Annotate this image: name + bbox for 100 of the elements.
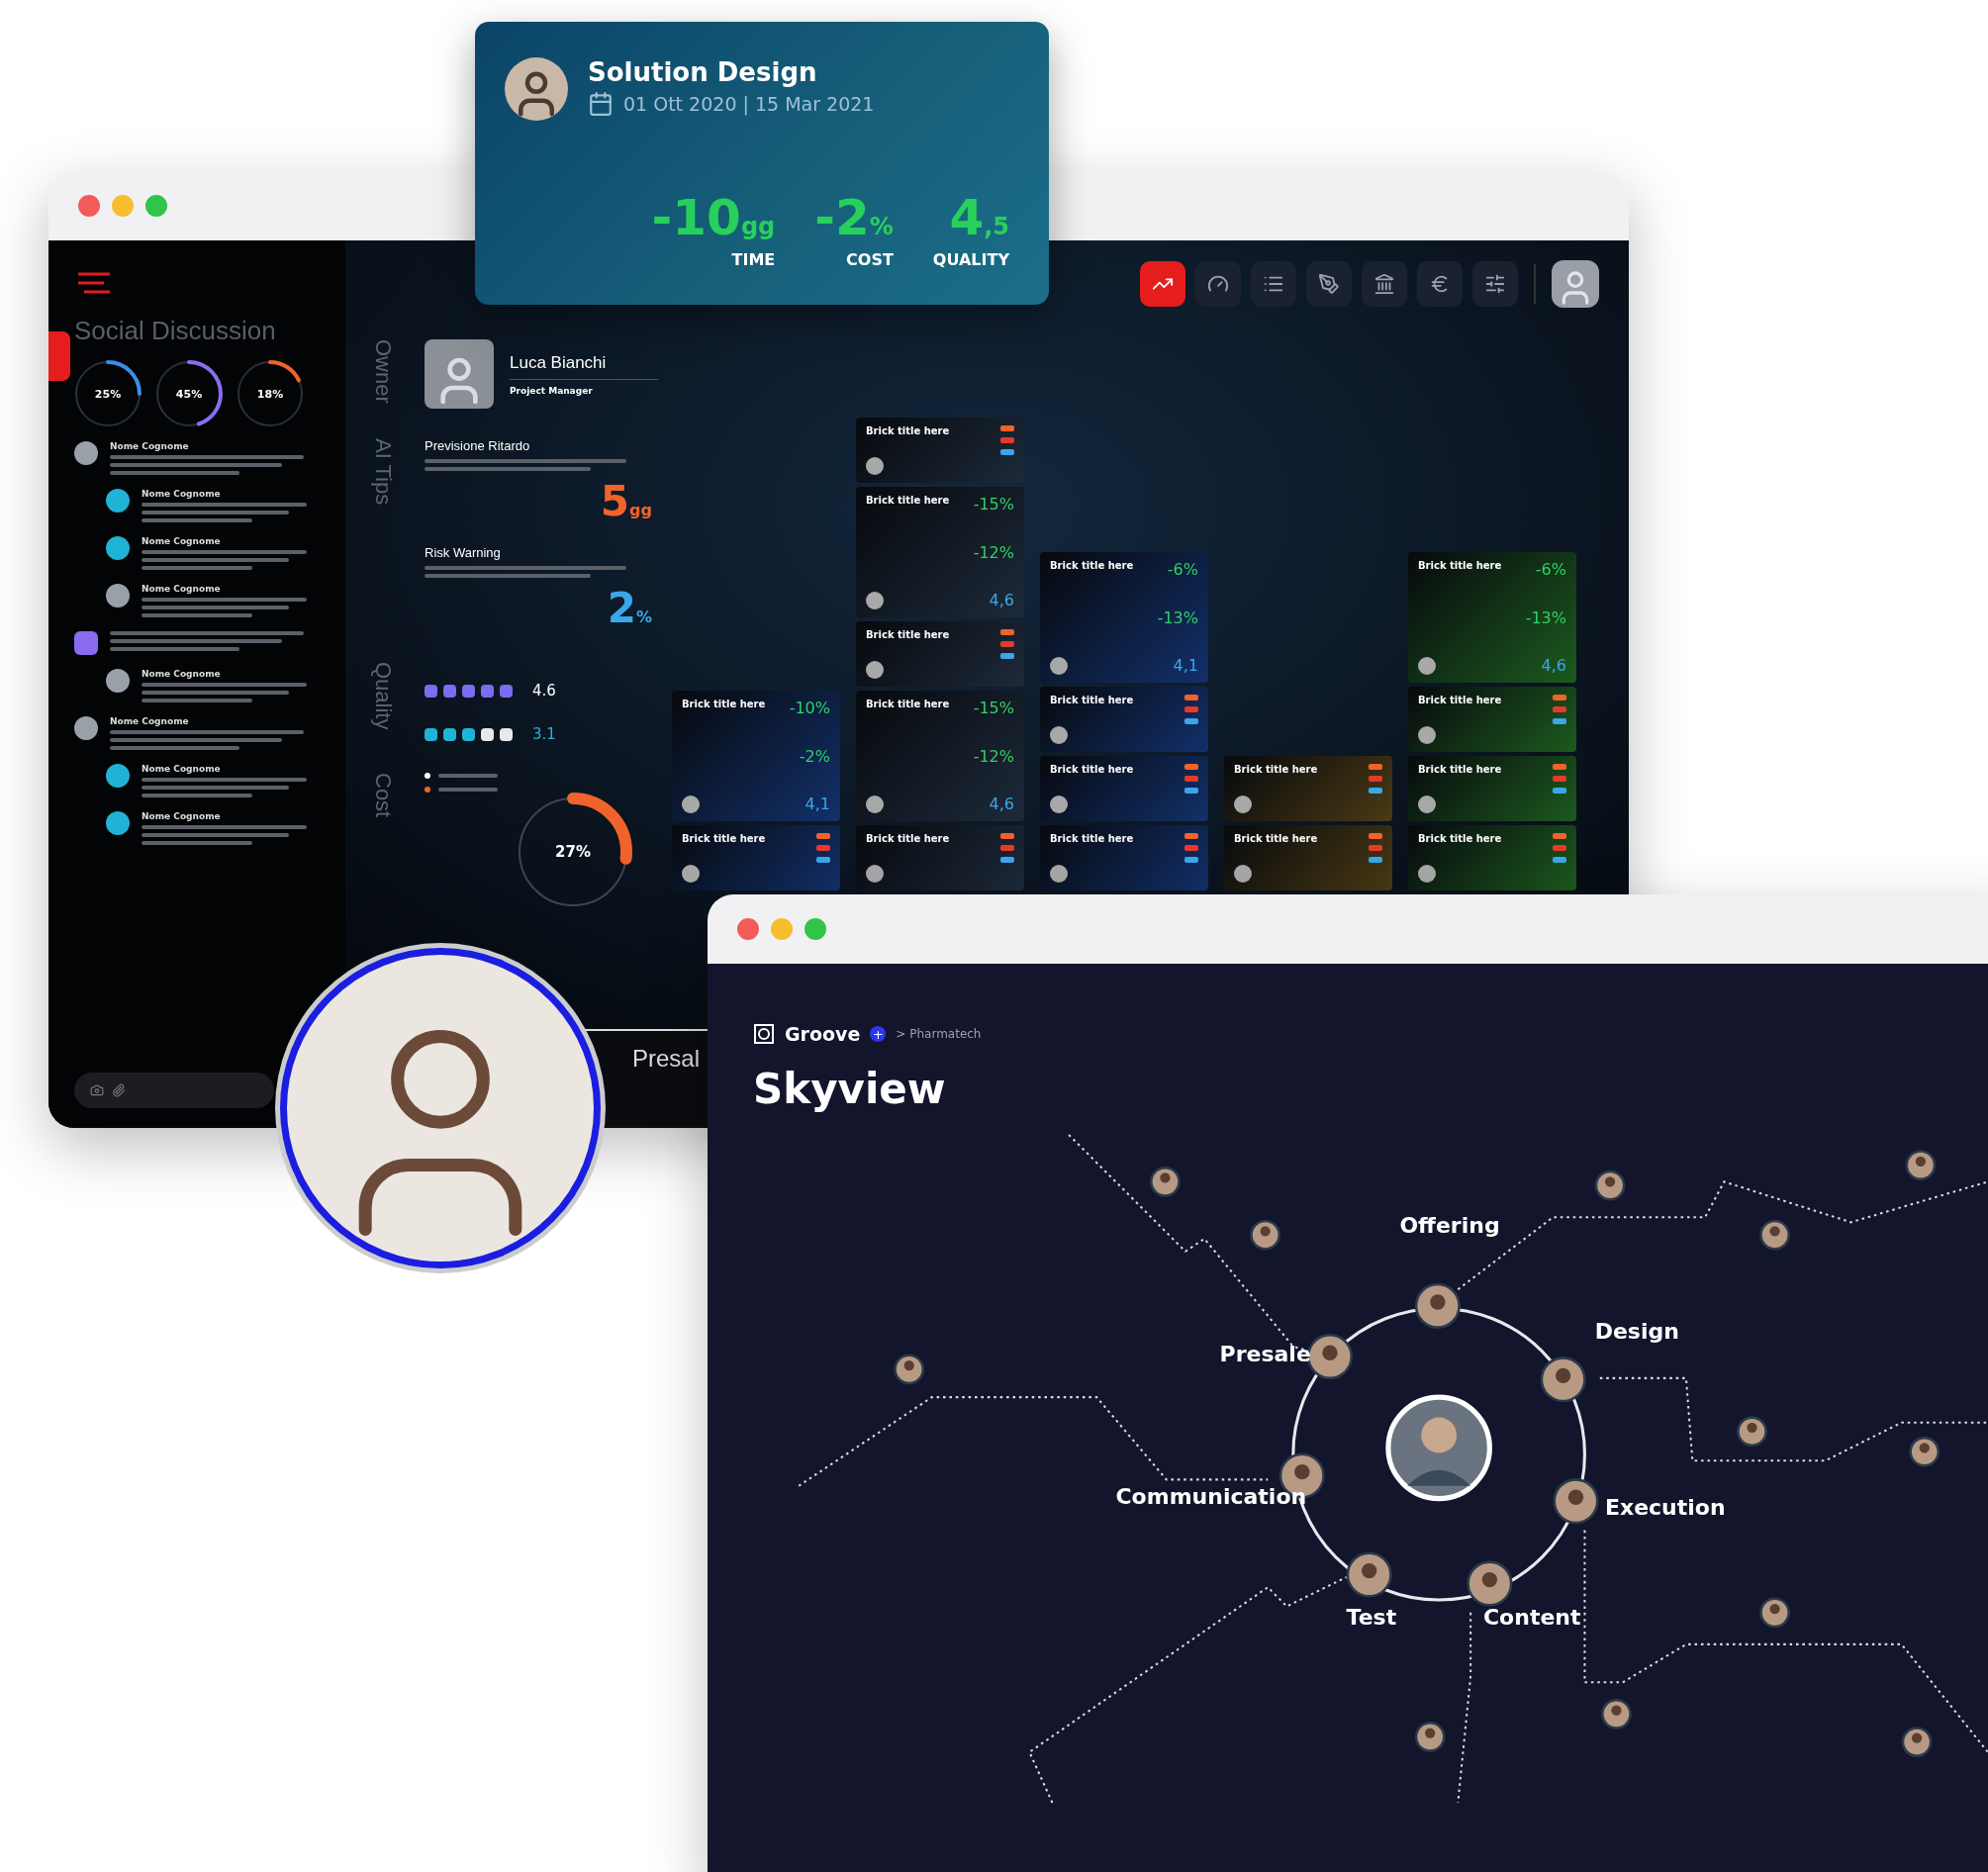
avatar-icon xyxy=(1050,657,1068,675)
avatar-icon[interactable] xyxy=(1150,1166,1181,1197)
gauge-reading: 27% xyxy=(555,843,591,861)
tile-metric: -15% xyxy=(973,495,1014,514)
avatar-icon[interactable] xyxy=(894,1354,925,1385)
gauge-reading: 18% xyxy=(256,387,284,401)
project-tile[interactable]: Brick title here xyxy=(1408,825,1576,890)
avatar-icon[interactable] xyxy=(1901,1727,1933,1757)
tile-title: Brick title here xyxy=(1050,560,1134,571)
legend-dot xyxy=(425,787,430,793)
tile-metric: -6% xyxy=(1535,560,1566,579)
project-tile[interactable]: Brick title here -15% -12% 4,6 xyxy=(856,691,1024,821)
pen-icon xyxy=(1318,273,1340,295)
avatar-icon xyxy=(866,661,884,679)
date-range: 01 Ott 2020 | 15 Mar 2021 xyxy=(623,93,875,115)
avatar-icon[interactable] xyxy=(1414,1722,1446,1752)
avatar-icon[interactable] xyxy=(1346,1551,1392,1598)
toolbar-button[interactable] xyxy=(1362,261,1407,307)
plus-badge[interactable]: + xyxy=(870,1026,887,1042)
stage-label[interactable]: Presale xyxy=(1219,1341,1311,1366)
avatar-icon[interactable] xyxy=(1467,1560,1513,1607)
project-tile[interactable]: Brick title here xyxy=(1040,825,1208,890)
toolbar-button[interactable] xyxy=(1306,261,1352,307)
avatar-icon[interactable] xyxy=(1552,260,1599,308)
stage-label[interactable]: Offering xyxy=(1399,1213,1500,1239)
section-label: Cost xyxy=(370,773,396,820)
tile-title: Brick title here xyxy=(1418,695,1502,705)
card-title: Solution Design xyxy=(588,57,818,87)
section-label: Quality xyxy=(370,662,396,732)
avatar-icon[interactable] xyxy=(1905,1150,1937,1181)
avatar-icon[interactable] xyxy=(1250,1219,1280,1251)
avatar-icon[interactable] xyxy=(1553,1478,1599,1525)
avatar-icon[interactable] xyxy=(1540,1357,1586,1403)
project-tile[interactable]: Brick title here xyxy=(1408,756,1576,821)
avatar-icon[interactable] xyxy=(1594,1170,1626,1201)
toolbar-button[interactable] xyxy=(1140,261,1185,307)
tip-value: 2% xyxy=(607,584,652,632)
metric-value: 4,5 xyxy=(949,193,1009,242)
comment-author: Nome Cognome xyxy=(110,441,190,451)
tip-title: Risk Warning xyxy=(425,545,502,560)
panel-title: Presal xyxy=(632,1045,701,1072)
project-tile[interactable]: Brick title here xyxy=(1040,687,1208,752)
project-tile[interactable]: Brick title here -10% -2% 4,1 xyxy=(672,691,840,821)
camera-icon[interactable] xyxy=(90,1083,104,1097)
metric-marks-icon xyxy=(1000,425,1014,455)
paperclip-icon[interactable] xyxy=(112,1083,126,1097)
metric-marks-icon xyxy=(1184,695,1198,724)
owner-name: Luca Bianchi xyxy=(510,352,658,380)
stage-label[interactable]: Communication xyxy=(1115,1484,1307,1510)
tile-title: Brick title here xyxy=(866,629,950,640)
stage-label[interactable]: Content xyxy=(1482,1605,1581,1631)
project-tile[interactable]: Brick title here -6% -13% 4,6 xyxy=(1408,552,1576,683)
stage-label[interactable]: Test xyxy=(1346,1605,1397,1631)
avatar-icon[interactable] xyxy=(1601,1699,1632,1730)
avatar-icon[interactable] xyxy=(1909,1436,1941,1467)
project-tile[interactable]: Brick title here xyxy=(672,825,840,890)
project-tile[interactable]: Brick title here xyxy=(856,825,1024,890)
avatar-icon xyxy=(1418,796,1436,813)
toolbar-button[interactable] xyxy=(1417,261,1463,307)
side-tab[interactable] xyxy=(48,331,70,381)
project-tile[interactable]: Brick title here xyxy=(1224,825,1392,890)
stage-label[interactable]: Design xyxy=(1594,1318,1679,1344)
avatar-icon[interactable] xyxy=(1759,1219,1790,1251)
tile-metric: 4,1 xyxy=(805,795,830,813)
tip-value: 5gg xyxy=(600,477,652,525)
stage-label[interactable]: Execution xyxy=(1604,1494,1726,1520)
avatar-icon[interactable] xyxy=(1759,1597,1790,1629)
project-tile[interactable]: Brick title here xyxy=(856,418,1024,483)
toolbar-button[interactable] xyxy=(1251,261,1296,307)
comment-author: Nome Cognome xyxy=(142,811,222,821)
avatar-icon[interactable] xyxy=(1414,1282,1461,1329)
project-tile[interactable]: Brick title here xyxy=(856,621,1024,687)
section-label: Owner xyxy=(370,339,396,406)
metric-marks-icon xyxy=(1000,629,1014,659)
message-input[interactable] xyxy=(74,1073,274,1108)
metric-label: QUALITY xyxy=(932,250,1009,269)
window-control-icon[interactable] xyxy=(737,918,759,940)
comment-author: Nome Cognome xyxy=(110,716,190,726)
project-tile[interactable]: Brick title here xyxy=(1408,687,1576,752)
avatar-icon[interactable] xyxy=(1737,1416,1767,1448)
breadcrumb[interactable]: > Pharmatech xyxy=(896,1027,982,1041)
toolbar-button[interactable] xyxy=(1472,261,1518,307)
tile-metric: -12% xyxy=(973,542,1014,562)
toolbar-button[interactable] xyxy=(1195,261,1241,307)
project-tile[interactable]: Brick title here -15% -12% 4,6 xyxy=(856,487,1024,617)
tile-title: Brick title here xyxy=(1234,764,1318,775)
window-control-icon[interactable] xyxy=(78,195,100,217)
rating-reading: 4.6 xyxy=(532,682,556,700)
project-tile[interactable]: Brick title here -6% -13% 4,1 xyxy=(1040,552,1208,683)
ring-gauge xyxy=(155,360,223,427)
tile-title: Brick title here xyxy=(1418,833,1502,844)
tile-title: Brick title here xyxy=(1050,833,1134,844)
brand-name: Groove xyxy=(785,1023,861,1045)
project-tile[interactable]: Brick title here xyxy=(1040,756,1208,821)
legend-dot xyxy=(425,773,430,779)
legend-text-drawing xyxy=(438,788,498,792)
tile-metric: -6% xyxy=(1167,560,1198,579)
project-tile[interactable]: Brick title here xyxy=(1224,756,1392,821)
rating-reading: 3.1 xyxy=(532,725,556,743)
page-title: Skyview xyxy=(753,1065,947,1113)
